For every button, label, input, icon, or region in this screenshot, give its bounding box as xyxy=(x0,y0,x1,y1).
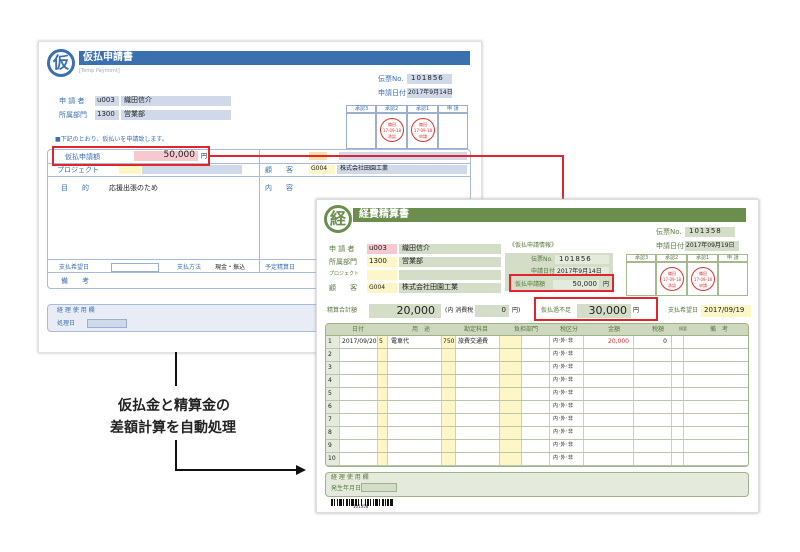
arrow-icon xyxy=(175,352,306,475)
